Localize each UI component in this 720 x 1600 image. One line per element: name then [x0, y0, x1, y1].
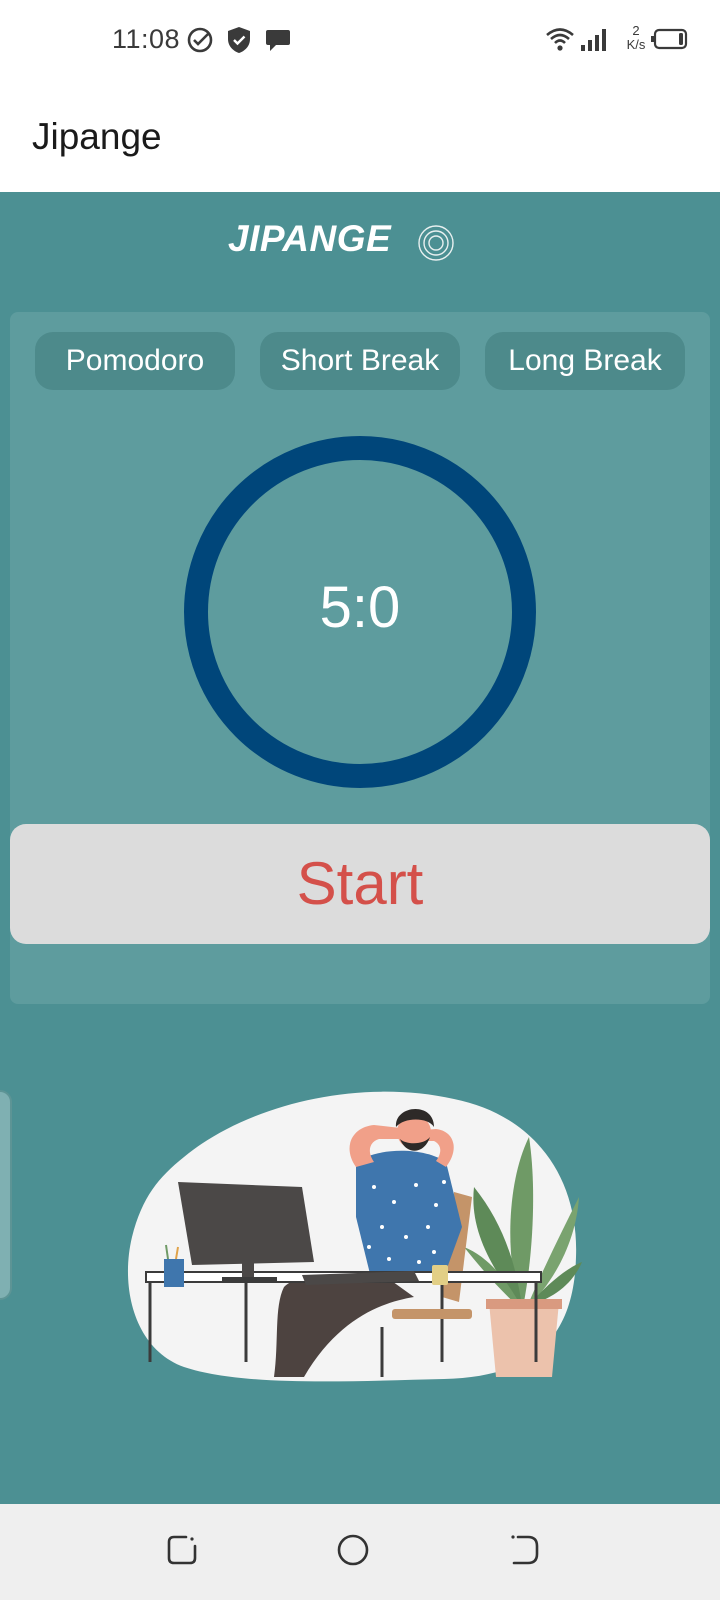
tab-pomodoro[interactable]: Pomodoro — [35, 332, 235, 390]
brand-header: JIPANGE — [0, 212, 720, 268]
main-content: JIPANGE Pomodoro Short Break Long Break … — [0, 192, 720, 1504]
status-bar: 11:08 2 K/s — [0, 0, 720, 84]
side-edge-handle[interactable] — [0, 1090, 12, 1300]
net-speed-indicator: 2 K/s — [622, 24, 650, 52]
man-relaxing-at-desk-illustration — [127, 1091, 582, 1382]
tab-long-break[interactable]: Long Break — [485, 332, 685, 390]
check-circle-icon — [186, 26, 214, 59]
app-bar: Jipange — [0, 84, 720, 192]
status-time: 11:08 — [112, 24, 181, 54]
net-speed-value: 2 — [632, 23, 640, 38]
battery-icon — [650, 28, 688, 55]
back-icon[interactable] — [508, 1532, 540, 1573]
home-icon[interactable] — [336, 1532, 370, 1573]
recents-icon[interactable] — [166, 1532, 198, 1573]
net-speed-unit: K/s — [626, 37, 646, 52]
target-rings-icon — [417, 224, 455, 267]
tab-short-break[interactable]: Short Break — [260, 332, 460, 390]
timer-display: 5:0 — [319, 575, 401, 640]
signal-icon — [580, 28, 608, 57]
timer-card: Pomodoro Short Break Long Break 5:0 Star… — [10, 312, 710, 1004]
chat-bubble-icon — [264, 26, 292, 59]
brand-name: JIPANGE — [228, 218, 392, 259]
shield-icon — [226, 26, 252, 59]
start-button[interactable]: Start — [10, 824, 710, 944]
system-nav-bar — [0, 1504, 720, 1600]
wifi-icon — [545, 26, 575, 57]
app-title: Jipange — [32, 116, 162, 157]
